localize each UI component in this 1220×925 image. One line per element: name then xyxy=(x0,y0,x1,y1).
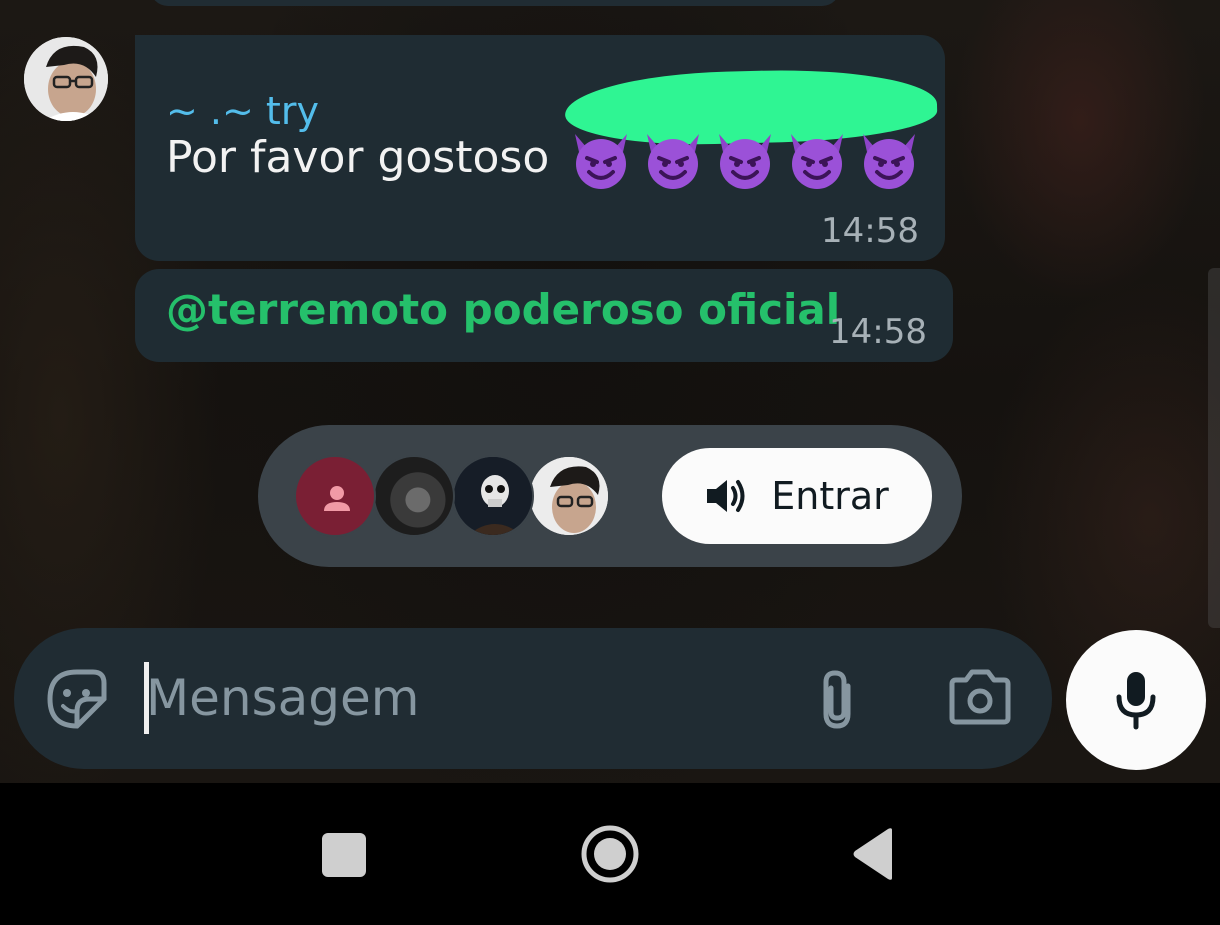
skull-avatar-image xyxy=(454,457,532,535)
voice-chat-banner[interactable]: Entrar xyxy=(258,425,962,567)
attach-button[interactable] xyxy=(814,668,860,737)
triangle-back-icon xyxy=(853,828,892,880)
participant-avatar xyxy=(294,455,376,537)
avatar-photo xyxy=(530,457,608,535)
join-button-label: Entrar xyxy=(771,474,889,518)
system-navigation-bar xyxy=(0,783,1220,925)
sticker-icon xyxy=(47,669,107,729)
circle-icon xyxy=(581,825,639,883)
message-timestamp: 14:58 xyxy=(829,312,927,352)
emoji-row xyxy=(569,130,921,190)
sender-name[interactable]: ~ .~ try xyxy=(166,89,319,133)
sticker-button[interactable] xyxy=(46,668,108,735)
recents-square-icon[interactable] xyxy=(322,833,366,877)
message-timestamp: 14:58 xyxy=(821,211,919,251)
microphone-icon xyxy=(1116,672,1156,730)
participant-avatar xyxy=(528,455,610,537)
camera-button[interactable] xyxy=(948,668,1012,731)
smiling-face-with-horns-icon xyxy=(791,134,844,189)
person-icon xyxy=(324,486,350,511)
voice-record-button[interactable] xyxy=(1066,630,1206,770)
scrollbar[interactable] xyxy=(1208,268,1220,628)
message-bubble[interactable]: @terremoto poderoso oficial 14:58 xyxy=(135,269,953,362)
sender-avatar[interactable] xyxy=(24,37,108,121)
message-text-row: Por favor gostoso xyxy=(166,130,921,190)
join-voice-chat-button[interactable]: Entrar xyxy=(662,448,932,544)
mention-link[interactable]: @terremoto poderoso oficial xyxy=(166,285,840,334)
message-bubble[interactable]: ~ .~ try Por favor gostoso 14:58 xyxy=(135,35,945,261)
participant-avatar xyxy=(452,455,534,537)
message-composer xyxy=(14,628,1052,769)
message-input[interactable] xyxy=(146,655,766,741)
previous-message-bubble xyxy=(150,0,840,6)
camera-icon xyxy=(949,669,1011,725)
smiling-face-with-horns-icon xyxy=(863,134,916,189)
message-text: Por favor gostoso xyxy=(166,132,550,183)
smiling-face-with-horns-icon xyxy=(575,134,628,189)
chat-wallpaper: ~ .~ try Por favor gostoso 14:58 @terrem… xyxy=(0,0,1220,783)
avatar-photo xyxy=(24,37,108,121)
home-circle-icon[interactable] xyxy=(580,824,640,884)
smiling-face-with-horns-icon xyxy=(647,134,700,189)
paperclip-icon xyxy=(823,670,851,729)
back-triangle-icon[interactable] xyxy=(850,827,896,881)
speaker-icon xyxy=(707,480,745,512)
participant-avatar xyxy=(373,455,455,537)
smiling-face-with-horns-icon xyxy=(719,134,772,189)
